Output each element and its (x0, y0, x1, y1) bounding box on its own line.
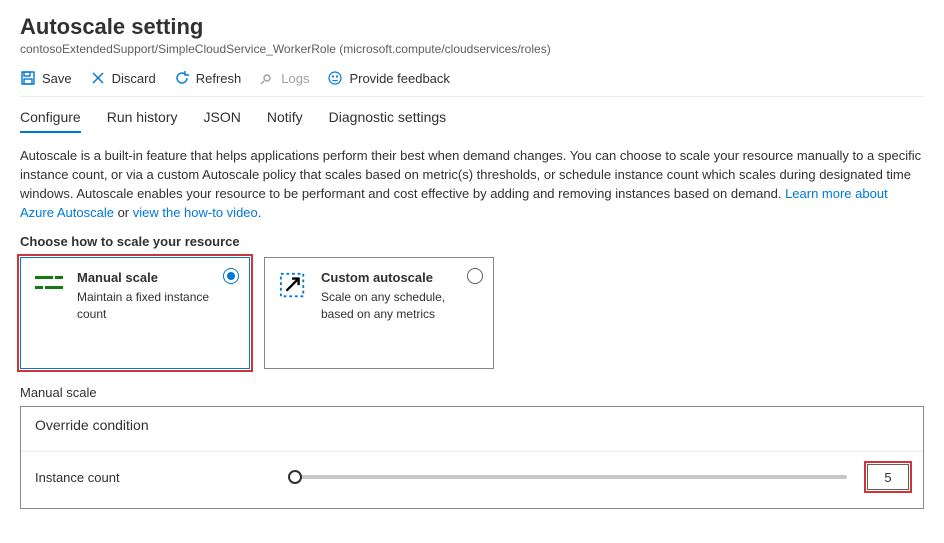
custom-autoscale-sub: Scale on any schedule, based on any metr… (321, 289, 479, 321)
save-icon (20, 70, 36, 86)
refresh-icon (174, 70, 190, 86)
manual-scale-title: Manual scale (77, 270, 235, 285)
discard-button[interactable]: Discard (90, 70, 156, 86)
radio-selected-icon (223, 268, 239, 284)
custom-autoscale-icon (279, 270, 309, 356)
refresh-label: Refresh (196, 71, 242, 86)
manual-scale-sub: Maintain a fixed instance count (77, 289, 235, 321)
override-condition-box: Override condition Instance count 5 (20, 406, 924, 509)
custom-autoscale-card[interactable]: Custom autoscale Scale on any schedule, … (264, 257, 494, 369)
save-label: Save (42, 71, 72, 86)
tabs: Configure Run history JSON Notify Diagno… (20, 109, 924, 133)
close-icon (90, 70, 106, 86)
manual-scale-header: Manual scale (20, 385, 924, 400)
logs-label: Logs (281, 71, 309, 86)
breadcrumb: contosoExtendedSupport/SimpleCloudServic… (20, 42, 924, 56)
description: Autoscale is a built-in feature that hel… (20, 147, 924, 222)
feedback-label: Provide feedback (349, 71, 449, 86)
discard-label: Discard (112, 71, 156, 86)
refresh-button[interactable]: Refresh (174, 70, 242, 86)
howto-video-link[interactable]: view the how-to video (133, 205, 258, 220)
tab-diagnostic[interactable]: Diagnostic settings (329, 109, 447, 133)
instance-count-slider[interactable] (295, 475, 847, 479)
tab-notify[interactable]: Notify (267, 109, 303, 133)
description-mid: or (118, 205, 133, 220)
tab-json[interactable]: JSON (204, 109, 241, 133)
instance-count-input[interactable]: 5 (867, 464, 909, 490)
tab-run-history[interactable]: Run history (107, 109, 178, 133)
toolbar: Save Discard Refresh Logs Provide feedba… (20, 70, 924, 97)
instance-count-row: Instance count 5 (21, 451, 923, 508)
save-button[interactable]: Save (20, 70, 72, 86)
radio-unselected-icon (467, 268, 483, 284)
smiley-icon (327, 70, 343, 86)
scale-section-label: Choose how to scale your resource (20, 234, 924, 249)
manual-scale-icon (35, 270, 65, 356)
scale-cards: Manual scale Maintain a fixed instance c… (20, 257, 924, 369)
override-condition-label: Override condition (21, 407, 923, 451)
instance-count-label: Instance count (35, 470, 275, 485)
tab-configure[interactable]: Configure (20, 109, 81, 133)
feedback-button[interactable]: Provide feedback (327, 70, 449, 86)
custom-autoscale-title: Custom autoscale (321, 270, 479, 285)
manual-scale-card[interactable]: Manual scale Maintain a fixed instance c… (20, 257, 250, 369)
logs-button: Logs (259, 70, 309, 86)
description-end: . (258, 205, 262, 220)
slider-thumb-icon[interactable] (288, 470, 302, 484)
logs-icon (259, 70, 275, 86)
page-title: Autoscale setting (20, 14, 924, 40)
